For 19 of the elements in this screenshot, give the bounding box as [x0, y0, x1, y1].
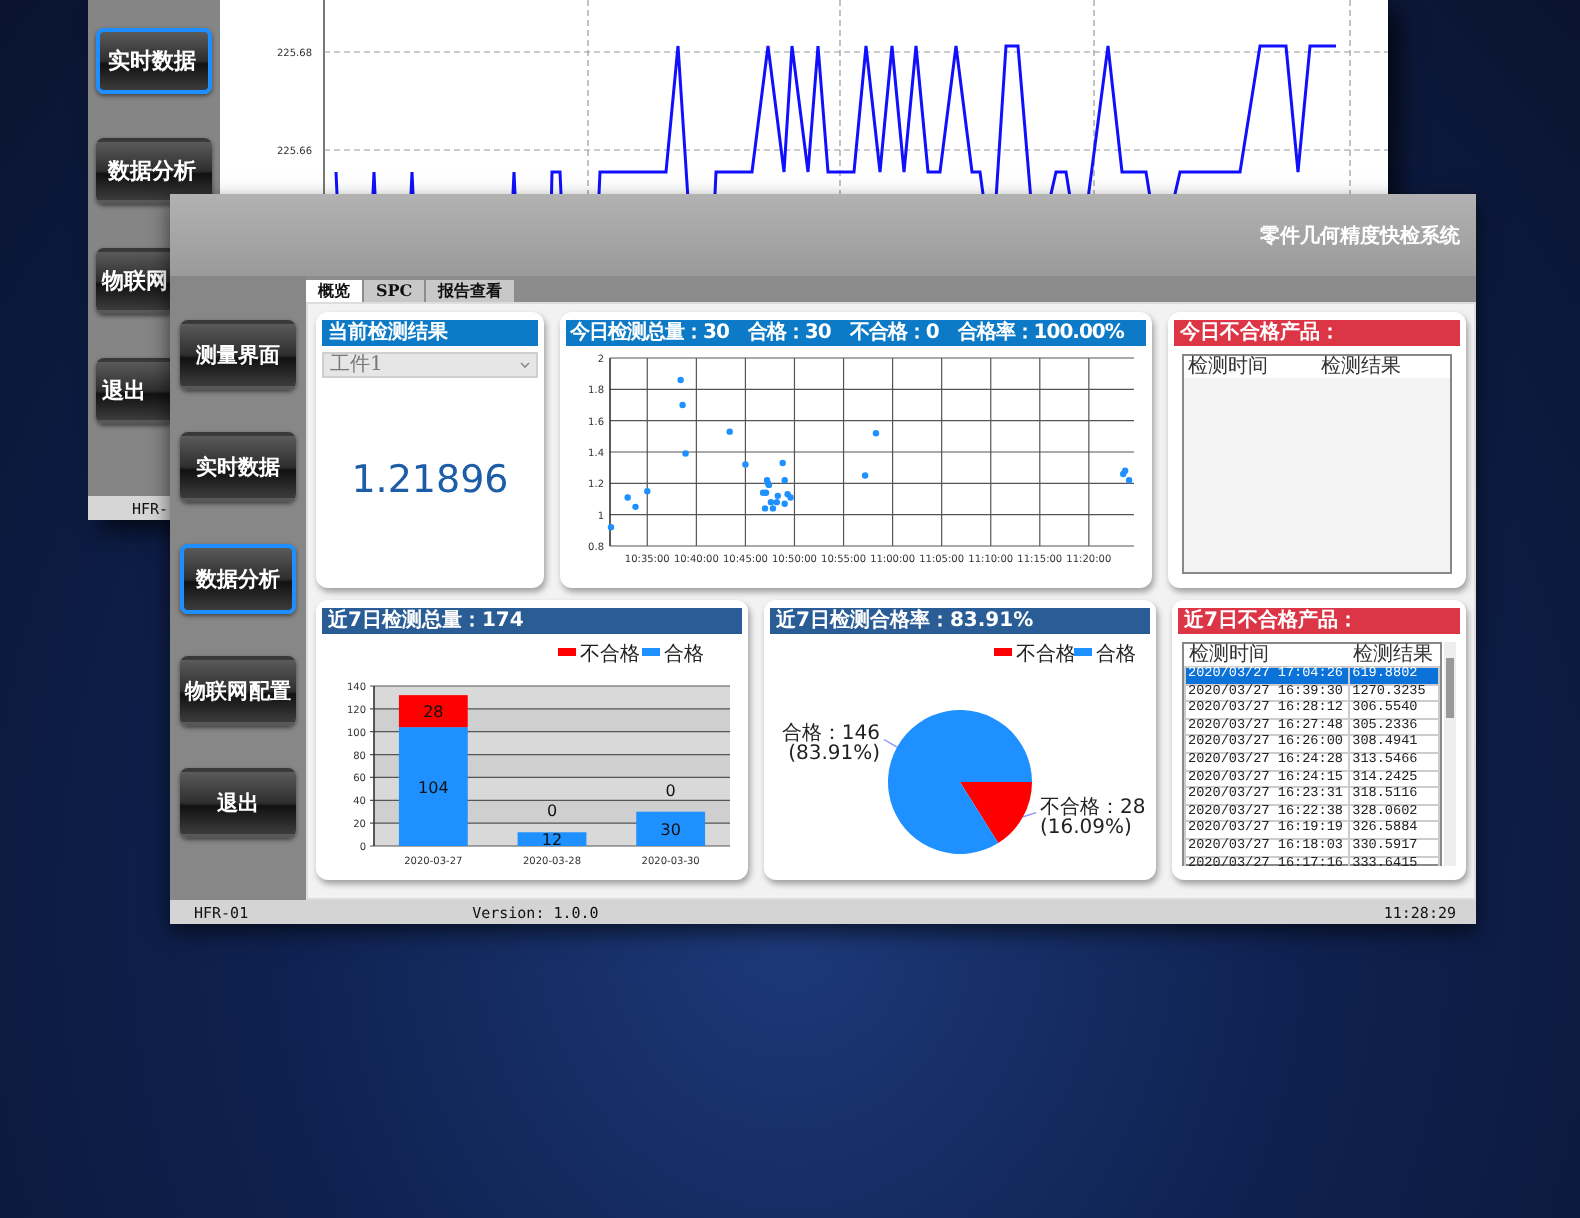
card-title: 今日不合格产品：: [1174, 320, 1460, 346]
card-title: 近7日不合格产品：: [1178, 608, 1460, 634]
legend-label: 合格: [1096, 644, 1136, 666]
card-title: 近7日检测合格率：83.91%: [770, 608, 1150, 634]
legend-label: 不合格: [1016, 644, 1076, 666]
result-value: 1.21896: [351, 457, 509, 501]
data-label: 0: [546, 802, 558, 821]
legend-label: 不合格: [580, 644, 640, 666]
card-title: 近7日检测总量：174: [322, 608, 742, 634]
data-label: 12: [541, 831, 563, 850]
data-label: 28: [423, 703, 444, 722]
card-title: 今日检测总量：30 合格：30 不合格：0 合格率：100.00%: [566, 320, 1146, 346]
data-label: 合格：146 (83.91%): [781, 723, 880, 766]
legend-label: 合格: [664, 644, 704, 666]
card-title: 当前检测结果: [322, 320, 538, 346]
data-label: 30: [660, 820, 681, 839]
data-label: 0: [665, 781, 676, 800]
data-label: 104: [418, 778, 449, 797]
data-label: 不合格：28 (16.09%): [1040, 796, 1146, 839]
